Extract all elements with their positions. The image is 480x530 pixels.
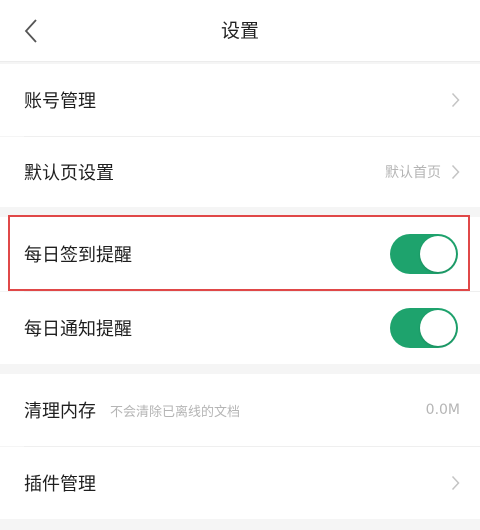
account-management-right — [441, 64, 460, 136]
chevron-right-icon — [451, 164, 460, 180]
plugin-management-right — [441, 447, 460, 519]
daily-checkin-reminder-toggle[interactable] — [390, 234, 458, 274]
default-page-value: 默认首页 — [385, 165, 441, 181]
daily-checkin-reminder-row: 每日签到提醒 — [0, 217, 480, 291]
plugin-management-row[interactable]: 插件管理 — [0, 447, 480, 519]
clear-cache-value: 0.0M — [425, 402, 460, 418]
clear-cache-row[interactable]: 清理内存 不会清除已离线的文档 0.0M — [0, 374, 480, 446]
daily-checkin-reminder-label: 每日签到提醒 — [24, 245, 132, 266]
account-management-label: 账号管理 — [24, 91, 96, 112]
clear-cache-title: 清理内存 — [24, 401, 96, 422]
default-page-right: 默认首页 — [385, 137, 460, 207]
chevron-right-icon — [451, 92, 460, 108]
clear-cache-hint: 不会清除已离线的文档 — [110, 404, 241, 420]
daily-notify-reminder-toggle[interactable] — [390, 308, 458, 348]
chevron-right-icon — [451, 475, 460, 491]
nav-bar: 设置 — [0, 0, 480, 62]
daily-notify-reminder-row: 每日通知提醒 — [0, 292, 480, 364]
toggle-knob — [420, 310, 456, 346]
default-page-label: 默认页设置 — [24, 163, 114, 184]
clear-cache-label: 清理内存 不会清除已离线的文档 — [24, 374, 240, 446]
daily-notify-reminder-label: 每日通知提醒 — [24, 319, 132, 340]
toggle-knob — [420, 236, 456, 272]
page-title: 设置 — [220, 20, 259, 42]
account-management-row[interactable]: 账号管理 — [0, 64, 480, 136]
default-page-row[interactable]: 默认页设置 默认首页 — [0, 137, 480, 207]
plugin-management-label: 插件管理 — [24, 474, 96, 495]
